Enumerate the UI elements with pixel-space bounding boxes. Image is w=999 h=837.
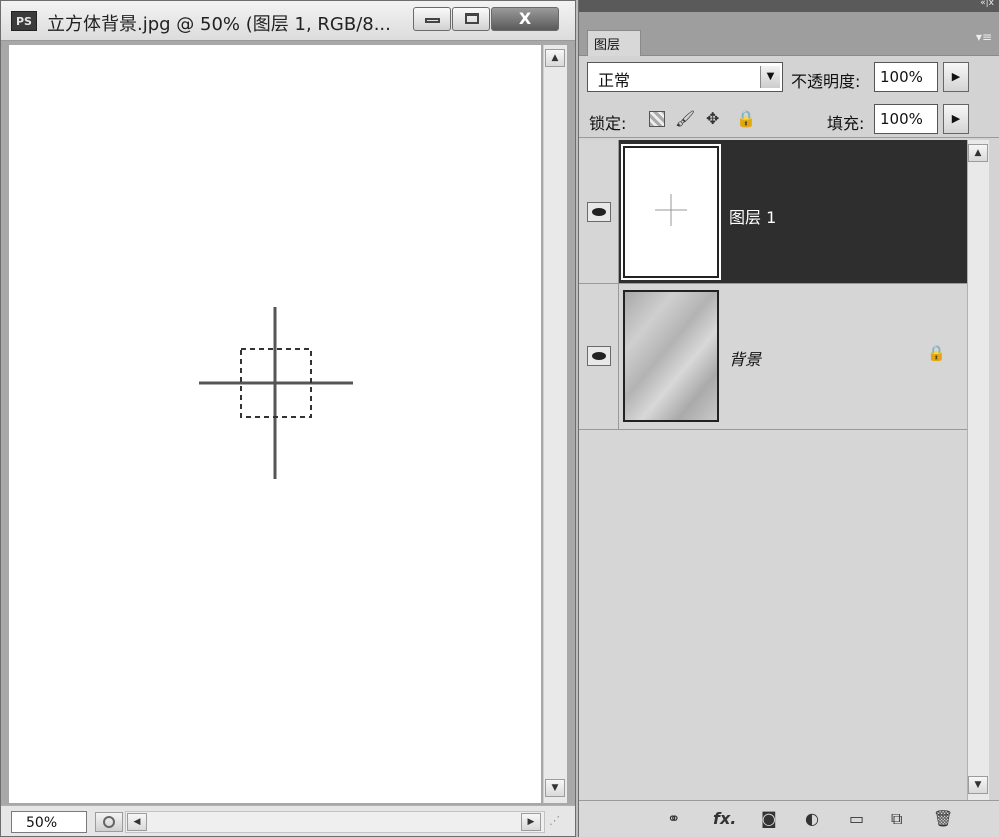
scroll-left-arrow[interactable]: ◀ <box>127 813 147 831</box>
lock-row: 锁定: 🖌 ✥ 🔒 填充: 100% <box>579 98 999 138</box>
trash-icon[interactable]: 🗑 <box>933 809 953 828</box>
blend-row: 正常 ▼ 不透明度: 100% <box>579 56 999 98</box>
visibility-cell[interactable] <box>579 140 619 283</box>
layers-list: 图层 1 背景 🔒 <box>579 140 967 800</box>
visibility-cell[interactable] <box>579 284 619 429</box>
opacity-slider-arrow[interactable]: ▶ <box>943 62 969 92</box>
layer-name[interactable]: 图层 1 <box>729 204 776 228</box>
lock-transparency-icon[interactable] <box>649 111 665 127</box>
photoshop-app-icon: PS <box>11 11 37 31</box>
scroll-down-arrow[interactable]: ▼ <box>545 779 565 797</box>
layers-scrollbar[interactable]: ▲ ▼ <box>967 140 989 800</box>
panel-menu-icon[interactable]: ▾≡ <box>976 30 992 44</box>
layer-row[interactable]: 背景 🔒 <box>579 284 967 430</box>
blend-mode-select[interactable]: 正常 ▼ <box>587 62 783 92</box>
adjustment-icon[interactable]: ◐ <box>805 809 819 828</box>
document-canvas[interactable] <box>9 45 541 803</box>
lock-paint-brush-icon[interactable]: 🖌 <box>675 109 695 128</box>
zoom-level-field[interactable]: 50% <box>11 811 87 833</box>
blend-mode-value: 正常 <box>598 71 631 90</box>
fill-input[interactable]: 100% <box>874 104 938 134</box>
layer-thumbnail <box>623 290 719 422</box>
panel-header-strip: «|x <box>579 0 999 12</box>
close-icon: X <box>518 9 532 28</box>
minimize-button[interactable] <box>413 7 451 31</box>
panel-collapse-close-icon[interactable]: «|x <box>980 0 994 8</box>
scroll-up-arrow[interactable]: ▲ <box>968 144 988 162</box>
document-title-bar[interactable]: PS 立方体背景.jpg @ 50% (图层 1, RGB/8... X <box>1 1 575 41</box>
opacity-label: 不透明度: <box>791 72 861 91</box>
mask-icon[interactable]: ◙ <box>761 809 777 828</box>
layers-panel: «|x 图层 ▾≡ 正常 ▼ 不透明度: 100% ▶ 锁定: 🖌 ✥ 🔒 填充… <box>578 0 999 837</box>
layer-name[interactable]: 背景 <box>729 346 761 370</box>
horizontal-scrollbar[interactable]: ◀ ▶ <box>125 811 545 833</box>
layer-thumbnail <box>621 144 721 280</box>
minimize-icon <box>425 18 440 23</box>
new-layer-icon[interactable]: ⧉ <box>891 809 902 829</box>
panel-footer: ⚭ fx. ◙ ◐ ▭ ⧉ 🗑 <box>579 800 999 837</box>
scroll-right-arrow[interactable]: ▶ <box>521 813 541 831</box>
link-icon[interactable]: ⚭ <box>667 809 680 828</box>
document-title: 立方体背景.jpg @ 50% (图层 1, RGB/8... <box>47 14 391 35</box>
document-window: PS 立方体背景.jpg @ 50% (图层 1, RGB/8... X ▲ ▼… <box>0 0 576 837</box>
eye-icon[interactable] <box>587 346 611 366</box>
status-info-icon[interactable] <box>95 812 123 832</box>
lock-label: 锁定: <box>589 114 627 133</box>
lock-all-icon[interactable]: 🔒 <box>736 109 756 128</box>
opacity-input[interactable]: 100% <box>874 62 938 92</box>
canvas-artwork <box>199 307 353 479</box>
fill-slider-arrow[interactable]: ▶ <box>943 104 969 134</box>
maximize-icon <box>465 13 479 24</box>
fill-label: 填充: <box>827 114 865 133</box>
scroll-up-arrow[interactable]: ▲ <box>545 49 565 67</box>
close-button[interactable]: X <box>491 7 559 31</box>
fx-icon[interactable]: fx. <box>713 809 736 828</box>
panel-tab-bar: 图层 ▾≡ <box>579 12 999 56</box>
status-bar: 50% ◀ ▶ ⋰ <box>1 805 575 836</box>
resize-grip-icon[interactable]: ⋰ <box>549 814 567 832</box>
chevron-down-icon[interactable]: ▼ <box>760 66 780 88</box>
vertical-scrollbar[interactable]: ▲ ▼ <box>543 45 567 803</box>
group-icon[interactable]: ▭ <box>849 809 864 828</box>
lock-position-move-icon[interactable]: ✥ <box>706 109 719 128</box>
maximize-button[interactable] <box>452 7 490 31</box>
tab-layers[interactable]: 图层 <box>587 30 641 56</box>
scroll-down-arrow[interactable]: ▼ <box>968 776 988 794</box>
layer-row[interactable]: 图层 1 <box>579 140 967 284</box>
layer-lock-icon: 🔒 <box>927 344 946 362</box>
eye-icon[interactable] <box>587 202 611 222</box>
